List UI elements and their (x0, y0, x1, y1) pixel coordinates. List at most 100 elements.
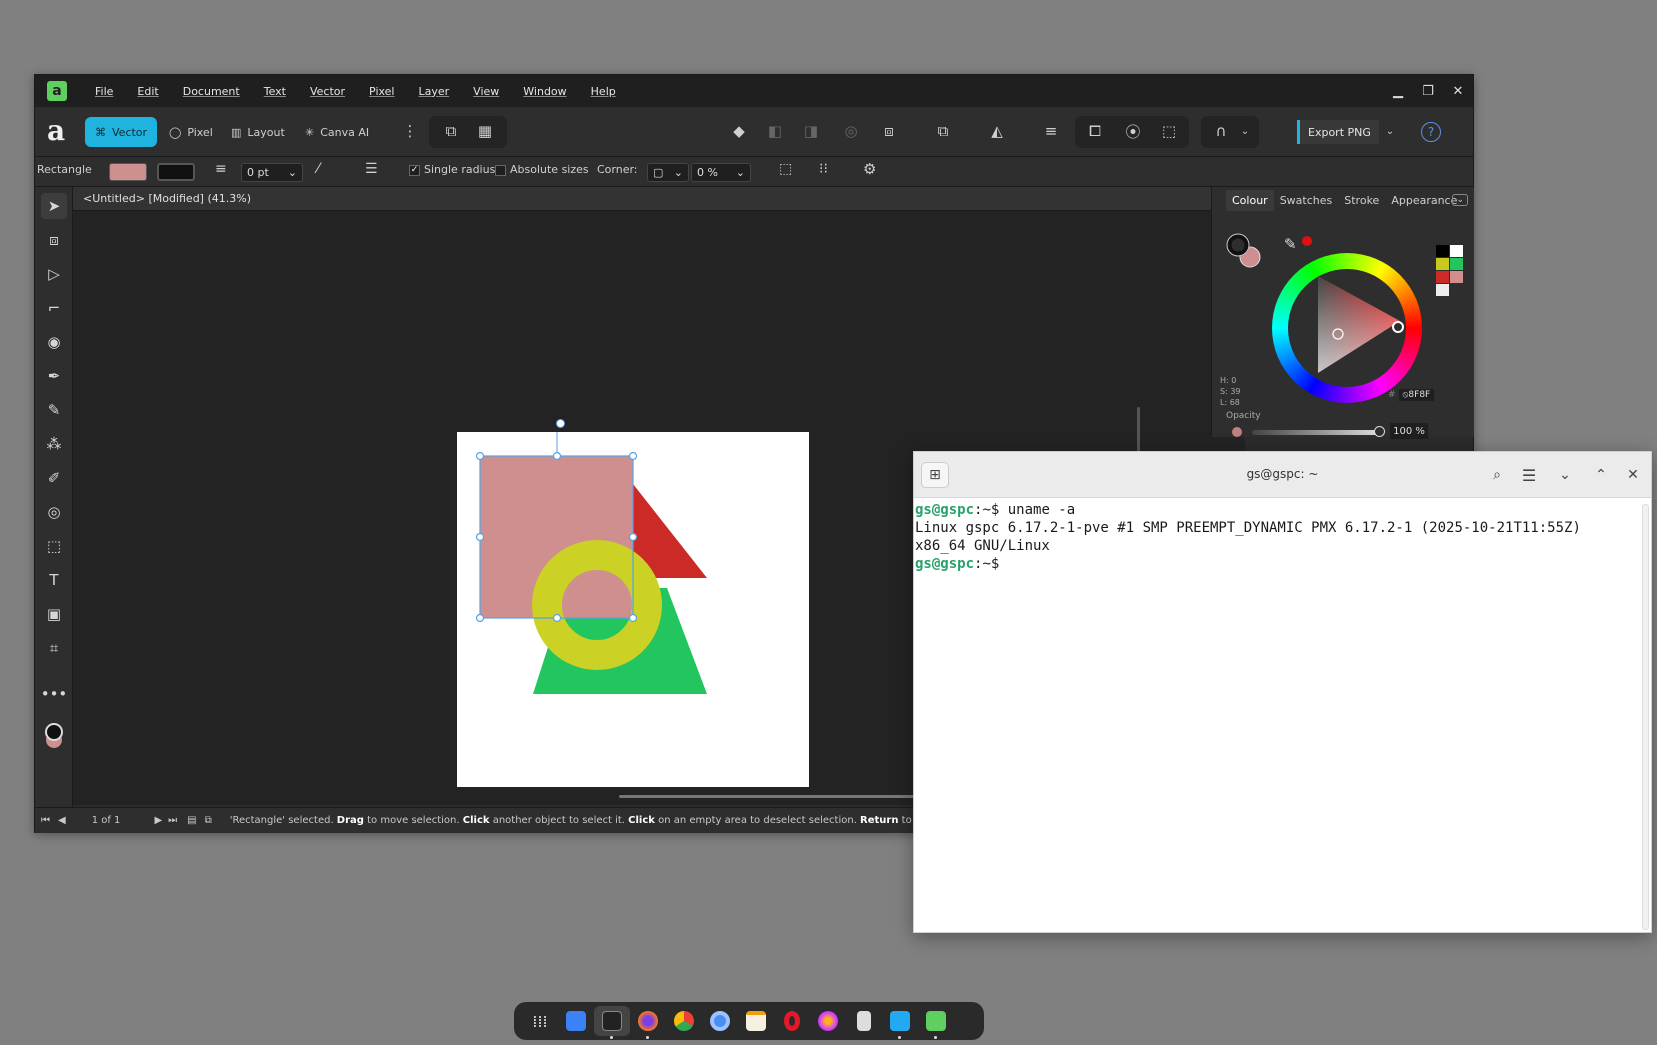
files-icon[interactable] (558, 1006, 594, 1036)
absolute-sizes-checkbox[interactable]: Absolute sizes (495, 163, 589, 176)
stroke-width-field[interactable]: 0 pt ⌄ (241, 163, 303, 182)
terminal-scrollbar[interactable] (1642, 504, 1649, 930)
single-radius-checkbox[interactable]: ✓ Single radius (409, 163, 495, 176)
tab-stroke[interactable]: Stroke (1338, 194, 1385, 207)
close-button[interactable]: ✕ (1443, 75, 1473, 107)
rotate-handle[interactable] (556, 419, 565, 428)
panel-menu-icon[interactable]: ⌄ (1452, 194, 1468, 206)
maximize-icon[interactable]: ⌃ (1587, 462, 1615, 488)
pen-tool-icon[interactable]: ✒ (41, 363, 67, 389)
grid-icon[interactable]: ▦ (475, 121, 495, 141)
persona-pixel[interactable]: ◯ Pixel (159, 117, 223, 147)
fill-stroke-chip-icon[interactable] (1226, 233, 1262, 269)
prev-page-icon[interactable]: ◀ (58, 815, 66, 826)
menu-document[interactable]: Document (171, 85, 252, 98)
text-frame-icon[interactable]: ⧉ (441, 121, 461, 141)
arrange-back-icon[interactable]: ◧ (765, 121, 785, 141)
color-chip-icon[interactable] (41, 723, 67, 749)
transform-icon[interactable]: ⧉ (933, 121, 953, 141)
hamburger-menu-icon[interactable]: ☰ (1515, 462, 1543, 488)
shape-tool-icon[interactable]: ◎ (41, 499, 67, 525)
menu-edit[interactable]: Edit (125, 85, 170, 98)
shape-icon[interactable]: ◆ (729, 121, 749, 141)
export-chevron-icon[interactable]: ⌄ (1380, 121, 1400, 141)
move-tool-icon[interactable]: ➤ (41, 193, 67, 219)
chrome-icon[interactable] (666, 1006, 702, 1036)
snap-icon[interactable]: ⧠ (1085, 121, 1105, 141)
stroke-swatch[interactable] (157, 163, 195, 181)
canvas-vscrollbar[interactable] (1137, 407, 1140, 457)
recent-colors[interactable] (1436, 245, 1464, 299)
chevron-down-icon[interactable]: ⌄ (1235, 121, 1255, 141)
corner-type-select[interactable]: ▢ ⌄ (647, 163, 689, 182)
brush-tool-icon[interactable]: ⁂ (41, 431, 67, 457)
flip-icon[interactable]: ◭ (987, 121, 1007, 141)
calculator-icon[interactable] (846, 1006, 882, 1036)
chromium-icon[interactable] (702, 1006, 738, 1036)
line-style-icon[interactable]: ≡ (215, 161, 227, 177)
snap-grid-icon[interactable]: ⁝⁝ (819, 161, 828, 177)
export-png-button[interactable]: Export PNG (1297, 120, 1379, 144)
pressure-icon[interactable]: ⁄ (317, 161, 319, 177)
opacity-slider-handle[interactable] (1374, 426, 1385, 437)
opacity-slider[interactable] (1252, 430, 1380, 435)
bounds-icon[interactable]: ⬚ (1159, 121, 1179, 141)
persona-layout[interactable]: ▥ Layout (221, 117, 295, 147)
first-page-icon[interactable]: ⏮ (41, 815, 50, 826)
tab-swatches[interactable]: Swatches (1274, 194, 1339, 207)
boolean-icon[interactable]: ◎ (841, 121, 861, 141)
more-tools-icon[interactable]: ••• (41, 681, 68, 707)
page-view-icon[interactable]: ▤ (187, 815, 196, 826)
stroke-options-icon[interactable]: ☰ (365, 161, 378, 177)
tab-colour[interactable]: Colour (1226, 189, 1274, 211)
eyedropper-icon[interactable]: ✎ (1284, 235, 1297, 253)
menu-pixel[interactable]: Pixel (357, 85, 406, 98)
transform-origin-icon[interactable]: ⬚ (779, 161, 792, 177)
vscode-icon[interactable] (882, 1006, 918, 1039)
help-icon[interactable]: ? (1421, 122, 1441, 142)
affinity-icon[interactable] (918, 1006, 954, 1039)
minimize-button[interactable]: ▁ (1383, 75, 1413, 107)
menu-vector[interactable]: Vector (298, 85, 357, 98)
node-tool-icon[interactable]: ▷ (41, 261, 67, 287)
close-icon[interactable]: ✕ (1619, 462, 1647, 488)
menu-view[interactable]: View (461, 85, 511, 98)
terminal-icon[interactable] (594, 1006, 630, 1039)
node-snap-icon[interactable]: ⦿ (1123, 121, 1143, 141)
firefox-icon[interactable] (630, 1006, 666, 1039)
persona-vector[interactable]: ⌘ Vector (85, 117, 158, 147)
menu-window[interactable]: Window (511, 85, 578, 98)
paint-tool-icon[interactable]: ✐ (41, 465, 67, 491)
combine-icon[interactable]: ⧈ (879, 121, 899, 141)
opera-icon[interactable] (774, 1006, 810, 1036)
align-icon[interactable]: ≡ (1041, 121, 1061, 141)
menu-text[interactable]: Text (252, 85, 298, 98)
menu-file[interactable]: File (83, 85, 125, 98)
magnet-icon[interactable]: ∩ (1211, 121, 1231, 141)
restore-button[interactable]: ❐ (1413, 75, 1443, 107)
corner-tool-icon[interactable]: ⌐ (41, 295, 67, 321)
pencil-tool-icon[interactable]: ✎ (41, 397, 67, 423)
opacity-value-field[interactable]: 100 % (1390, 423, 1428, 439)
menu-help[interactable]: Help (579, 85, 628, 98)
last-page-icon[interactable]: ⏭ (168, 815, 177, 826)
artboard-tool-icon[interactable]: ⧈ (41, 227, 67, 253)
crop-tool-icon[interactable]: ⬚ (41, 533, 67, 559)
document-tab[interactable]: <Untitled> [Modified] (41.3%) ✕ (73, 187, 1245, 211)
hex-field[interactable]: # ⦸8F8F (1388, 389, 1435, 401)
transparency-tool-icon[interactable]: ◉ (41, 329, 67, 355)
app-grid-icon[interactable]: ⁞⁞⁞ (522, 1006, 558, 1036)
menu-layer[interactable]: Layer (407, 85, 462, 98)
settings-gear-icon[interactable]: ⚙ (863, 160, 876, 178)
fill-swatch[interactable] (109, 163, 147, 181)
spread-view-icon[interactable]: ⧉ (205, 815, 212, 826)
next-page-icon[interactable]: ▶ (154, 815, 162, 826)
persona-canva-ai[interactable]: ✳ Canva AI (295, 117, 379, 147)
hue-handle[interactable] (1392, 321, 1404, 333)
text-editor-icon[interactable] (738, 1006, 774, 1036)
chevron-down-icon[interactable]: ⌄ (1551, 462, 1579, 488)
text-tool-icon[interactable]: T (41, 567, 67, 593)
browser-icon[interactable] (810, 1006, 846, 1036)
artboard[interactable] (457, 423, 809, 787)
more-options-icon[interactable]: ⋮ (400, 121, 420, 141)
